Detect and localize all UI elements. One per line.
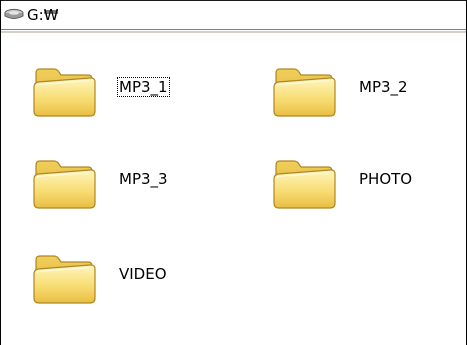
address-path: G:₩ bbox=[27, 6, 59, 24]
folder-label: MP3_1 bbox=[117, 77, 170, 97]
drive-icon bbox=[4, 8, 24, 19]
folder-item-mp3-1[interactable]: MP3_1 bbox=[32, 63, 232, 119]
address-bar[interactable]: G:₩ bbox=[1, 0, 466, 30]
folder-label: MP3_2 bbox=[359, 78, 408, 96]
explorer-window: G:₩ MP3_1 MP3_2 MP3_3 PHOTO VIDEO bbox=[0, 0, 467, 345]
folder-icon bbox=[32, 155, 98, 211]
folder-icon bbox=[272, 155, 338, 211]
folder-icon bbox=[272, 63, 338, 119]
folder-item-mp3-2[interactable]: MP3_2 bbox=[272, 63, 467, 119]
folder-item-mp3-3[interactable]: MP3_3 bbox=[32, 155, 232, 211]
folder-item-photo[interactable]: PHOTO bbox=[272, 155, 467, 211]
address-bar-divider bbox=[1, 31, 466, 33]
folder-label: PHOTO bbox=[359, 170, 413, 188]
folder-icon bbox=[32, 63, 98, 119]
folder-label: VIDEO bbox=[119, 265, 167, 283]
folder-label: MP3_3 bbox=[119, 170, 168, 188]
folder-item-video[interactable]: VIDEO bbox=[32, 250, 232, 306]
folder-icon bbox=[32, 250, 98, 306]
